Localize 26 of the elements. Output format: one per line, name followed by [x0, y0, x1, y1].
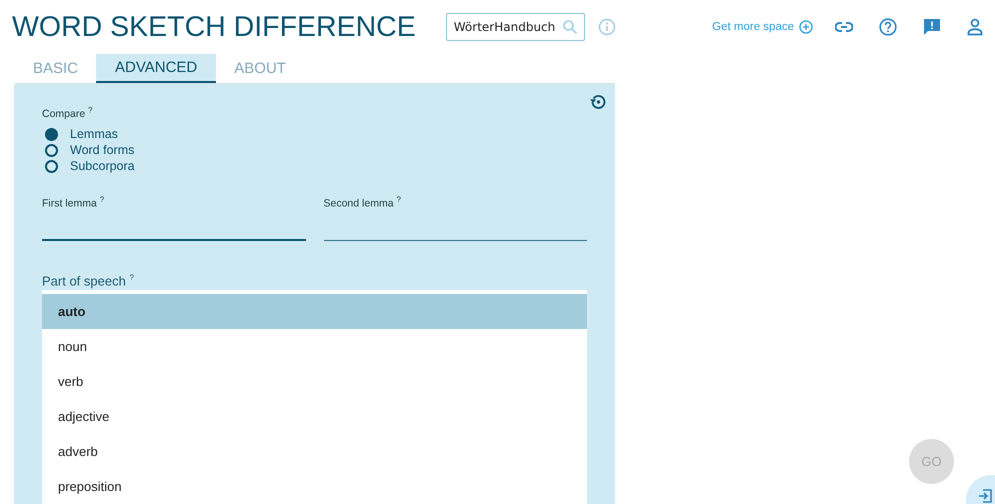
tab[interactable]: ADVANCED	[96, 54, 216, 83]
list-option[interactable]: preposition	[42, 468, 587, 504]
feedback-icon[interactable]	[923, 18, 941, 36]
app-title: WORD SKETCH DIFFERENCE	[12, 10, 416, 44]
radio-label[interactable]: Subcorpora	[70, 159, 135, 173]
part-of-speech-label: Part of speech $^{?}$	[42, 272, 135, 288]
link-icon[interactable]	[835, 22, 853, 32]
history-icon[interactable]	[589, 93, 607, 111]
list-option[interactable]: adjective	[42, 398, 587, 434]
list-option[interactable]: adverb	[42, 434, 587, 469]
list-option[interactable]: auto	[42, 294, 587, 329]
radio-button[interactable]	[45, 128, 58, 140]
list-option[interactable]: verb	[42, 364, 587, 399]
field-label: Second lemma $^{?}$	[324, 195, 402, 210]
help-icon[interactable]	[879, 18, 897, 36]
radio-label[interactable]: Lemmas	[70, 127, 118, 141]
radio-button[interactable]	[45, 144, 58, 156]
radio-label[interactable]: Word forms	[70, 143, 134, 157]
user-icon[interactable]	[967, 18, 983, 36]
corpus-search-field[interactable]: WörterHandbuch	[446, 13, 585, 41]
list-option[interactable]: noun	[42, 328, 587, 364]
field-label: First lemma $^{?}$	[42, 195, 106, 210]
radio-button[interactable]	[45, 160, 58, 172]
plus-circle-icon	[799, 20, 813, 34]
compare-label: Compare $^{?}$	[42, 108, 93, 120]
exit-icon	[978, 489, 992, 503]
